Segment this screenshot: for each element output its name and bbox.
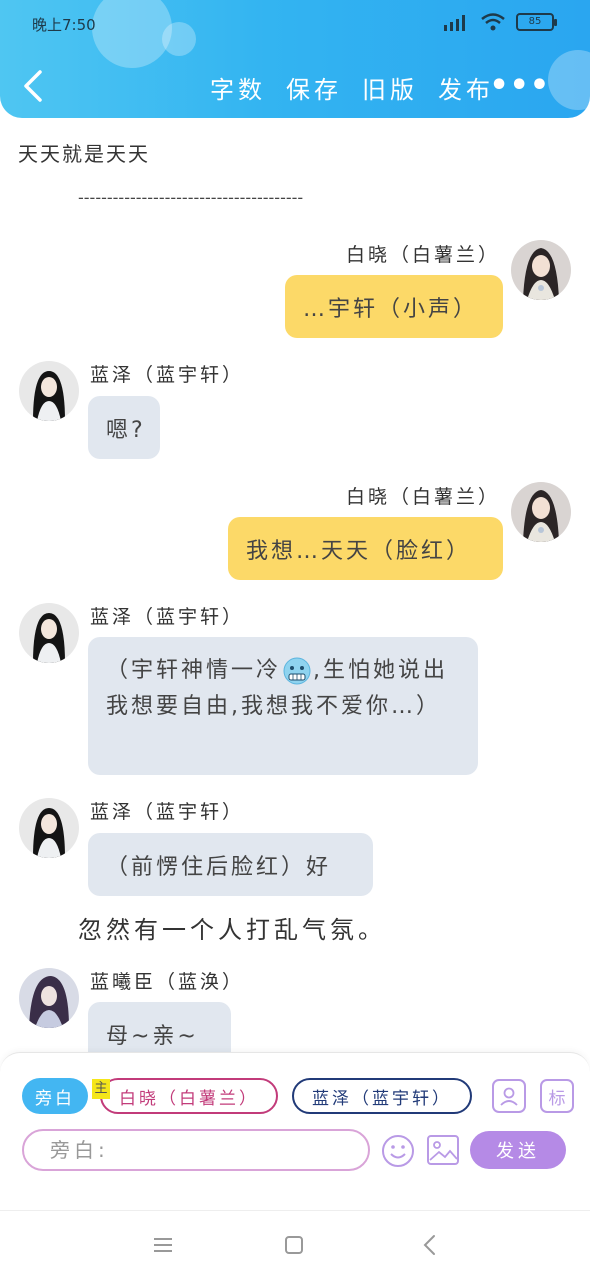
status-time: 晚上7:50 <box>32 16 96 34</box>
avatar-image <box>511 240 571 300</box>
message-bubble[interactable]: …宇轩（小声） <box>285 275 503 338</box>
divider-line: --------------------------------------- <box>78 188 304 207</box>
avatar-lanze[interactable] <box>19 603 79 663</box>
system-navigation-bar <box>0 1210 590 1280</box>
person-icon <box>500 1087 518 1106</box>
page-title: 天天就是天天 <box>18 142 150 166</box>
sender-name: 蓝泽（蓝宇轩） <box>90 364 245 386</box>
tag-button[interactable]: 标 <box>540 1079 574 1113</box>
word-count-button[interactable]: 字数 <box>210 70 266 105</box>
avatar-image <box>19 361 79 421</box>
cold-face-emoji-icon <box>283 657 311 685</box>
avatar-baixiao[interactable] <box>511 240 571 300</box>
back-button[interactable] <box>18 68 48 104</box>
avatar-image <box>19 798 79 858</box>
avatar-lanze[interactable] <box>19 798 79 858</box>
signal-icon <box>444 15 465 31</box>
battery-indicator: 85 <box>516 13 557 31</box>
sender-name: 蓝泽（蓝宇轩） <box>90 606 245 628</box>
nav-bar: 字数 保存 旧版 发布 ••• <box>0 60 590 112</box>
avatar-image <box>511 482 571 542</box>
save-button[interactable]: 保存 <box>286 70 342 105</box>
header-actions: 字数 保存 旧版 发布 <box>210 70 494 105</box>
avatar-baixiao[interactable] <box>511 482 571 542</box>
message-bubble[interactable]: 嗯? <box>88 396 160 459</box>
composer-panel: 旁白 白晓（白薯兰） 主 蓝泽（蓝宇轩） 标 旁白: 发送 <box>0 1052 590 1210</box>
wifi-icon <box>481 13 505 31</box>
avatar-lanze[interactable] <box>19 361 79 421</box>
menu-icon[interactable] <box>152 1235 174 1255</box>
sender-name: 蓝泽（蓝宇轩） <box>90 801 245 823</box>
more-menu-button[interactable]: ••• <box>489 71 550 101</box>
emoji-button-icon[interactable] <box>380 1133 416 1169</box>
character-chip-baixiao[interactable]: 白晓（白薯兰） <box>100 1078 278 1114</box>
chevron-left-icon <box>24 70 42 102</box>
status-icons: 85 <box>442 12 557 32</box>
old-version-button[interactable]: 旧版 <box>362 70 418 105</box>
top-bar: 晚上7:50 85 字数 保存 旧版 发布 ••• <box>0 0 590 118</box>
character-chip-lanze[interactable]: 蓝泽（蓝宇轩） <box>292 1078 472 1114</box>
message-bubble[interactable]: （前愣住后脸红）好 <box>88 833 373 896</box>
status-bar: 晚上7:50 85 <box>0 0 590 52</box>
narrator-chip[interactable]: 旁白 <box>22 1078 88 1114</box>
image-button-icon[interactable] <box>426 1133 460 1167</box>
sender-name: 白晓（白薯兰） <box>346 244 501 266</box>
sender-name: 白晓（白薯兰） <box>346 486 501 508</box>
message-bubble[interactable]: 我想…天天（脸红） <box>228 517 503 580</box>
send-button[interactable]: 发送 <box>470 1131 566 1169</box>
publish-button[interactable]: 发布 <box>438 70 494 105</box>
avatar-image <box>19 603 79 663</box>
narration-text[interactable]: 忽然有一个人打乱气氛。 <box>78 910 386 945</box>
message-text: （宇轩神情一冷 <box>106 658 282 683</box>
avatar-lanxichen[interactable] <box>19 968 79 1028</box>
home-icon[interactable] <box>284 1235 304 1255</box>
sender-name: 蓝曦臣（蓝涣） <box>90 971 245 993</box>
message-bubble[interactable]: （宇轩神情一冷 ,生怕她说出我想要自由,我想我不爱你…） <box>88 637 478 775</box>
back-nav-icon[interactable] <box>420 1233 440 1257</box>
avatar-image <box>19 968 79 1028</box>
message-input[interactable]: 旁白: <box>22 1129 370 1171</box>
main-character-tag: 主 <box>92 1079 110 1099</box>
character-manage-button[interactable] <box>492 1079 526 1113</box>
